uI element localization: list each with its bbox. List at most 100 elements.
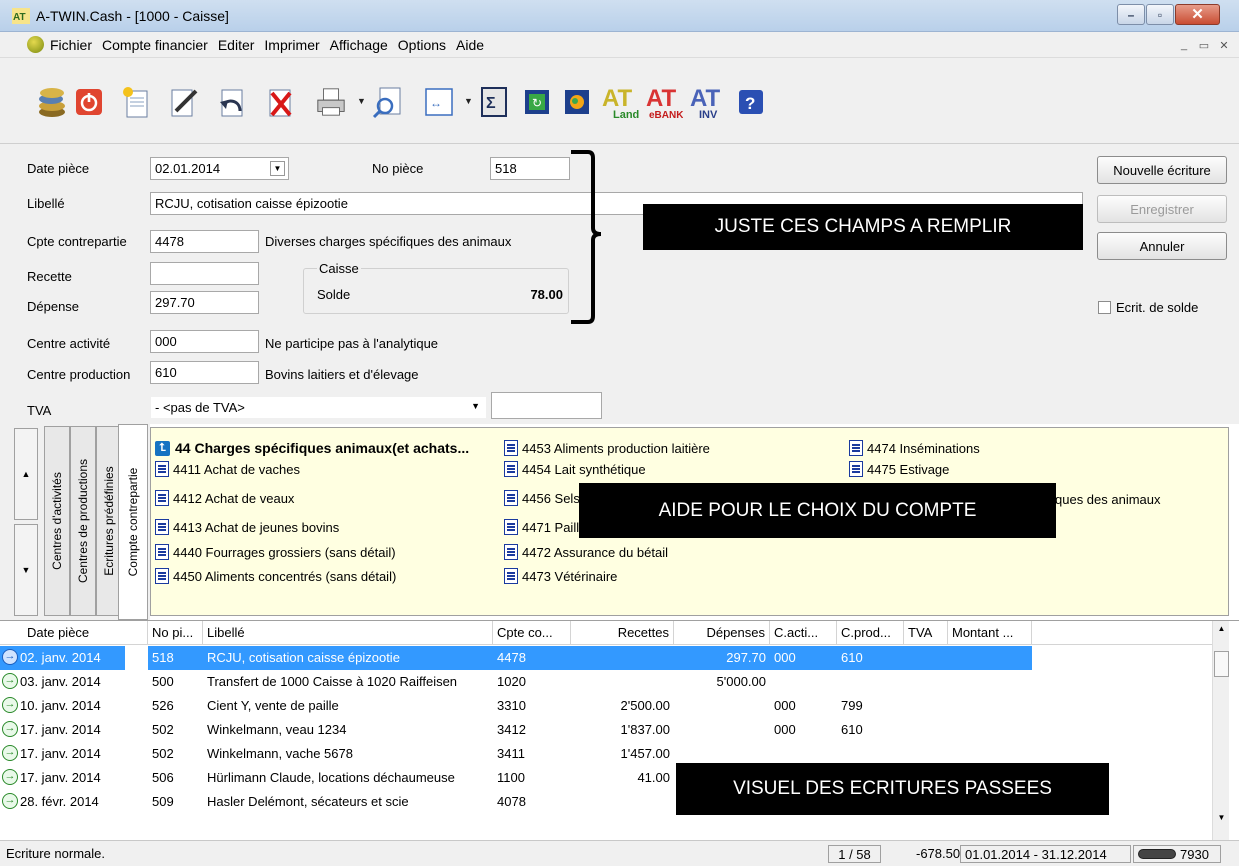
date-label: Date pièce <box>27 161 90 176</box>
refresh-icon[interactable]: ↻ <box>521 84 553 120</box>
contrepartie-field[interactable]: 4478 <box>150 230 259 253</box>
cell-text: 610 <box>841 650 863 665</box>
recette-field[interactable] <box>150 262 259 285</box>
account-item[interactable]: 4475 Estivage <box>849 461 949 477</box>
table-row[interactable]: → 03. janv. 2014 500 Transfert de 1000 Cais… <box>0 670 1212 694</box>
tab-scroll-down-icon[interactable]: ▼ <box>14 524 38 616</box>
scroll-down-icon[interactable]: ▼ <box>1214 813 1229 822</box>
solde-label: Solde <box>317 287 351 302</box>
col-montant[interactable]: Montant ... <box>948 621 1032 645</box>
cell-tva <box>904 718 948 742</box>
mdi-minimize-icon[interactable]: _ <box>1175 36 1193 54</box>
svg-text:AT: AT <box>690 85 721 112</box>
account-item[interactable]: 4473 Vétérinaire <box>504 568 617 584</box>
table-scrollbar[interactable]: ▲ ▼ <box>1212 621 1229 841</box>
tab-centres-activites[interactable]: Centres d'activités <box>44 426 70 616</box>
preview-icon[interactable] <box>372 84 404 120</box>
col-depenses[interactable]: Dépenses <box>674 621 770 645</box>
cell-cacti <box>770 670 837 694</box>
delete-document-icon[interactable] <box>264 84 296 120</box>
account-item[interactable]: 4440 Fourrages grossiers (sans détail) <box>155 544 396 560</box>
minimize-button[interactable]: – <box>1117 4 1145 25</box>
account-item[interactable]: 4450 Aliments concentrés (sans détail) <box>155 568 396 584</box>
menu-options[interactable]: Options <box>398 37 446 53</box>
account-group[interactable]: ⮤ 44 Charges spécifiques animaux(et achat… <box>155 440 469 456</box>
menu-compte-financier[interactable]: Compte financier <box>102 37 208 53</box>
menu-imprimer[interactable]: Imprimer <box>264 37 319 53</box>
tva-extra-field[interactable] <box>491 392 602 419</box>
zoom-dropdown-icon[interactable]: ▼ <box>464 96 474 106</box>
folder-up-icon: ⮤ <box>155 440 170 456</box>
tva-dropdown-icon: ▼ <box>471 401 480 411</box>
tab-centres-productions[interactable]: Centres de productions <box>70 426 96 616</box>
no-piece-label: No pièce <box>372 161 424 176</box>
table-row[interactable]: → 02. janv. 2014 518 RCJU, cotisation caiss… <box>0 646 1212 670</box>
inv-icon[interactable]: AT INV <box>689 84 727 120</box>
account-item[interactable]: 4454 Lait synthétique <box>504 461 646 477</box>
centre-production-field[interactable]: 610 <box>150 361 259 384</box>
close-button[interactable]: ✕ <box>1175 4 1220 25</box>
power-icon[interactable] <box>73 84 105 120</box>
col-cprod[interactable]: C.prod... <box>837 621 904 645</box>
no-piece-field[interactable]: 518 <box>490 157 570 180</box>
tab-compte-contrepartie[interactable]: Compte contrepartie <box>118 424 148 620</box>
account-item[interactable]: 4474 Inséminations <box>849 440 980 456</box>
annuler-button[interactable]: Annuler <box>1097 232 1227 260</box>
export-icon[interactable] <box>561 84 593 120</box>
print-icon[interactable] <box>315 84 347 120</box>
cell-text: 28. févr. 2014 <box>20 794 99 809</box>
new-document-icon[interactable] <box>120 84 152 120</box>
mdi-restore-icon[interactable]: ▭ <box>1195 36 1213 54</box>
account-item[interactable]: 4456 Sels <box>504 490 580 506</box>
calculator-icon[interactable]: Σ <box>478 84 510 120</box>
depense-label: Dépense <box>27 299 80 314</box>
col-recettes[interactable]: Recettes <box>571 621 674 645</box>
zoom-fit-icon[interactable]: ↔ <box>423 84 455 120</box>
ebank-icon[interactable]: AT eBANK <box>645 84 683 120</box>
account-item[interactable]: 4472 Assurance du bétail <box>504 544 668 560</box>
mdi-close-icon[interactable]: ✕ <box>1215 36 1233 54</box>
account-item[interactable]: 4471 Paill <box>504 519 579 535</box>
nouvelle-ecriture-button[interactable]: Nouvelle écriture <box>1097 156 1227 184</box>
date-dropdown-icon[interactable]: ▼ <box>270 161 285 176</box>
coins-icon[interactable] <box>36 84 68 120</box>
col-cacti[interactable]: C.acti... <box>770 621 837 645</box>
annotation-history: VISUEL DES ECRITURES PASSEES <box>676 763 1109 815</box>
edit-document-icon[interactable] <box>168 84 200 120</box>
enregistrer-button[interactable]: Enregistrer <box>1097 195 1227 223</box>
menu-editer[interactable]: Editer <box>218 37 255 53</box>
account-item-partial[interactable]: ques des animaux <box>1055 492 1161 507</box>
scroll-thumb[interactable] <box>1214 651 1229 677</box>
col-date[interactable]: Date pièce <box>0 621 148 645</box>
menu-affichage[interactable]: Affichage <box>330 37 388 53</box>
tva-select[interactable]: - <pas de TVA> ▼ <box>150 396 487 419</box>
table-row[interactable]: → 10. janv. 2014 526 Cient Y, vente de pail… <box>0 694 1212 718</box>
account-item[interactable]: 4453 Aliments production laitière <box>504 440 710 456</box>
help-icon[interactable]: ? <box>735 84 767 120</box>
menu-fichier[interactable]: Fichier <box>50 37 92 53</box>
table-row[interactable]: → 17. janv. 2014 502 Winkelmann, veau 1234 3… <box>0 718 1212 742</box>
account-item[interactable]: 4413 Achat de jeunes bovins <box>155 519 339 535</box>
col-libelle[interactable]: Libellé <box>203 621 493 645</box>
app-logo-icon: AT <box>12 8 30 24</box>
date-field[interactable]: 02.01.2014 ▼ <box>150 157 289 180</box>
account-item[interactable]: 4412 Achat de veaux <box>155 490 294 506</box>
landi-icon[interactable]: ATLandi <box>601 84 639 120</box>
tab-label: Compte contrepartie <box>126 467 140 577</box>
print-dropdown-icon[interactable]: ▼ <box>357 96 367 106</box>
account-item[interactable]: 4411 Achat de vaches <box>155 461 300 477</box>
centre-activite-field[interactable]: 000 <box>150 330 259 353</box>
cell-text: 4078 <box>497 794 526 809</box>
col-cpte[interactable]: Cpte co... <box>493 621 571 645</box>
maximize-button[interactable]: ▫ <box>1146 4 1174 25</box>
menu-app-icon[interactable] <box>27 36 44 53</box>
ecrit-solde-checkbox[interactable] <box>1098 301 1111 314</box>
tab-scroll-up-icon[interactable]: ▲ <box>14 428 38 520</box>
depense-field[interactable]: 297.70 <box>150 291 259 314</box>
undo-document-icon[interactable] <box>216 84 248 120</box>
menu-aide[interactable]: Aide <box>456 37 484 53</box>
cell-depenses <box>674 718 770 742</box>
col-no[interactable]: No pi... <box>148 621 203 645</box>
scroll-up-icon[interactable]: ▲ <box>1214 624 1229 633</box>
col-tva[interactable]: TVA <box>904 621 948 645</box>
